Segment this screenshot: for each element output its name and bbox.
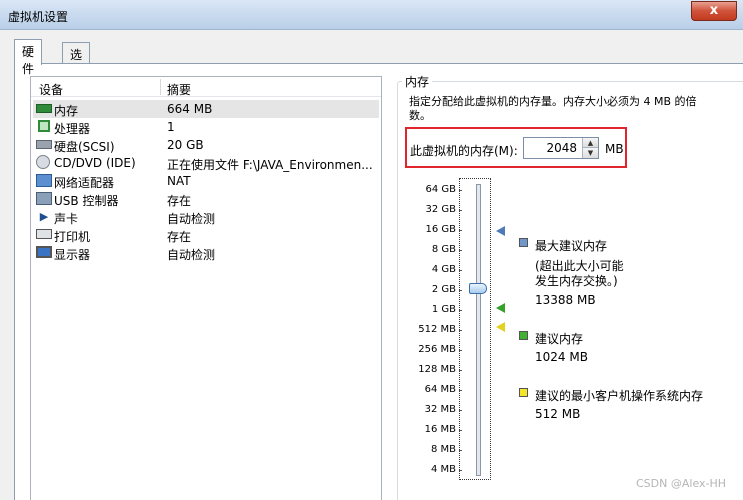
spin-buttons: ▲ ▼	[582, 138, 598, 158]
scale-label: 8 MB	[430, 444, 456, 455]
recommended-marker-icon	[496, 303, 505, 313]
harddisk-icon	[36, 140, 52, 149]
column-header-summary[interactable]: 摘要	[167, 81, 191, 98]
close-button[interactable]: x	[691, 1, 737, 21]
device-row-processor[interactable]: 处理器 1	[33, 118, 379, 136]
device-summary: 正在使用文件 F:\JAVA_Environmen...	[167, 158, 373, 172]
scale-label: 256 MB	[418, 344, 456, 355]
minimum-marker-icon	[496, 322, 505, 332]
max-recommended-note-2: 发生内存交换。)	[535, 274, 618, 288]
minimum-value: 512 MB	[535, 407, 581, 421]
device-row-sound[interactable]: ▶ 声卡 自动检测	[33, 208, 379, 226]
device-name: 打印机	[54, 230, 91, 244]
device-list-header: 设备 摘要	[31, 77, 381, 97]
device-name: 硬盘(SCSI)	[54, 140, 115, 154]
max-recommended-marker-icon	[496, 226, 505, 236]
window-title: 虚拟机设置	[8, 10, 69, 24]
watermark: CSDN @Alex-HH	[636, 477, 727, 490]
processor-icon	[38, 120, 50, 132]
memory-group-label: 内存	[402, 73, 433, 90]
scale-label: 2 GB	[431, 284, 456, 295]
cd-dvd-icon	[36, 155, 50, 169]
column-header-device[interactable]: 设备	[39, 81, 63, 98]
recommended-legend-icon	[519, 331, 528, 340]
device-summary: 664 MB	[167, 102, 213, 116]
tab-options[interactable]: 选项	[62, 42, 91, 79]
device-row-harddisk[interactable]: 硬盘(SCSI) 20 GB	[33, 136, 379, 154]
device-name: CD/DVD (IDE)	[54, 156, 136, 170]
device-name: 内存	[54, 104, 79, 118]
column-separator[interactable]	[160, 79, 161, 95]
scale-label: 16 MB	[424, 424, 456, 435]
scale-label: 64 MB	[424, 384, 456, 395]
device-name: USB 控制器	[54, 194, 119, 208]
max-recommended-legend-icon	[519, 238, 528, 247]
device-name: 显示器	[54, 248, 91, 262]
device-summary: 20 GB	[167, 138, 204, 152]
scale-label: 512 MB	[418, 324, 456, 335]
device-summary: 自动检测	[167, 248, 216, 262]
tab-hardware[interactable]: 硬件	[14, 39, 43, 76]
recommended-value: 1024 MB	[535, 350, 588, 364]
scale-label: 8 GB	[431, 244, 456, 255]
device-name: 网络适配器	[54, 176, 115, 190]
scale-label: 64 GB	[425, 184, 456, 195]
usb-controller-icon	[36, 192, 52, 205]
scale-label: 16 GB	[425, 224, 456, 235]
network-adapter-icon	[36, 174, 52, 187]
max-recommended-note-1: (超出此大小可能	[535, 259, 624, 273]
device-row-cd-dvd[interactable]: CD/DVD (IDE) 正在使用文件 F:\JAVA_Environmen..…	[33, 154, 379, 172]
sound-card-icon: ▶	[39, 210, 49, 223]
scale-label: 32 GB	[425, 204, 456, 215]
memory-spinbox[interactable]: 2048 ▲ ▼	[523, 137, 599, 159]
scale-label: 32 MB	[424, 404, 456, 415]
device-list[interactable]: 设备 摘要 内存 664 MB 处理器 1 硬盘(SCSI) 20 GB CD/…	[30, 76, 382, 500]
device-summary: NAT	[167, 174, 191, 188]
scale-label: 4 GB	[431, 264, 456, 275]
scale-label: 1 GB	[431, 304, 456, 315]
device-summary: 自动检测	[167, 212, 216, 226]
spin-up-button[interactable]: ▲	[583, 138, 598, 148]
memory-slider-track[interactable]	[476, 184, 481, 476]
memory-value[interactable]: 2048	[546, 141, 577, 155]
device-summary: 存在	[167, 194, 192, 208]
device-row-printer[interactable]: 打印机 存在	[33, 226, 379, 244]
memory-field-label: 此虚拟机的内存(M):	[410, 144, 518, 158]
title-bar: 虚拟机设置 x	[0, 0, 743, 30]
scale-label: 4 MB	[430, 464, 456, 475]
display-icon	[36, 246, 52, 258]
memory-description: 指定分配给此虚拟机的内存量。内存大小必须为 4 MB 的倍数。	[409, 95, 697, 122]
device-summary: 存在	[167, 230, 192, 244]
device-row-network[interactable]: 网络适配器 NAT	[33, 172, 379, 190]
memory-icon	[36, 104, 52, 113]
memory-unit: MB	[605, 142, 624, 156]
minimum-title: 建议的最小客户机操作系统内存	[535, 389, 704, 403]
memory-slider-thumb[interactable]	[469, 283, 487, 294]
spin-down-button[interactable]: ▼	[583, 148, 598, 158]
device-name: 处理器	[54, 122, 91, 136]
scale-label: 128 MB	[418, 364, 456, 375]
device-name: 声卡	[54, 212, 79, 226]
device-row-usb[interactable]: USB 控制器 存在	[33, 190, 379, 208]
device-row-memory[interactable]: 内存 664 MB	[33, 100, 379, 118]
printer-icon	[36, 229, 52, 239]
slider-focus-outline	[459, 178, 491, 480]
recommended-title: 建议内存	[535, 332, 584, 346]
max-recommended-title: 最大建议内存	[535, 239, 608, 253]
device-summary: 1	[167, 120, 175, 134]
minimum-legend-icon	[519, 388, 528, 397]
max-recommended-value: 13388 MB	[535, 293, 596, 307]
device-row-display[interactable]: 显示器 自动检测	[33, 244, 379, 262]
